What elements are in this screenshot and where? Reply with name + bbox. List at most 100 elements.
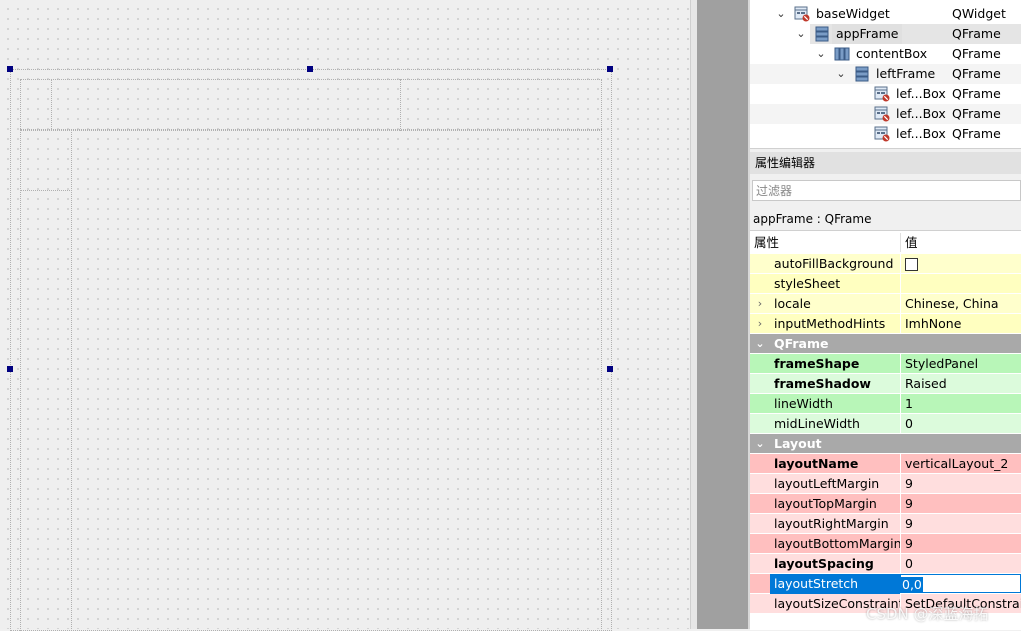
property-value[interactable]: 1 [900, 394, 1021, 413]
tree-item-contentbox[interactable]: ⌄ contentBox QFrame [750, 44, 1021, 64]
tree-item-class: QFrame [952, 46, 1001, 61]
expand-arrow-icon[interactable]: ⌄ [776, 4, 786, 24]
tree-item-lefbox[interactable]: lef...Box QFrame [750, 84, 1021, 104]
vertical-layout-icon [854, 66, 870, 82]
expand-arrow-icon[interactable]: › [755, 314, 765, 334]
tree-item-class: QFrame [952, 86, 1001, 101]
widget-icon [874, 106, 890, 122]
autofill-checkbox[interactable] [905, 258, 918, 271]
property-row-autofillbackground[interactable]: autoFillBackground [750, 254, 1021, 274]
widget-icon [874, 126, 890, 142]
top-inner-left-outline [20, 79, 52, 131]
property-value[interactable]: Chinese, China [900, 294, 1021, 313]
property-value[interactable] [900, 254, 1021, 273]
property-row-midlinewidth[interactable]: midLineWidth 0 [750, 414, 1021, 434]
header-property: 属性 [754, 235, 780, 250]
property-table-header: 属性 值 [750, 233, 1021, 253]
tree-item-name: lef...Box [896, 86, 946, 101]
property-value[interactable]: 9 [900, 494, 1021, 513]
property-row-layoutbottommargin[interactable]: layoutBottomMargin 9 [750, 534, 1021, 554]
property-value: 0,0 [901, 577, 923, 592]
property-row-layoutname[interactable]: layoutName verticalLayout_2 [750, 454, 1021, 474]
property-row-frameshape[interactable]: frameShape StyledPanel [750, 354, 1021, 374]
widget-icon [874, 86, 890, 102]
tree-item-name: leftFrame [876, 66, 936, 81]
property-row-frameshadow[interactable]: frameShadow Raised [750, 374, 1021, 394]
section-layout[interactable]: ⌄ Layout [750, 434, 1021, 454]
resize-handle-top-left[interactable] [7, 66, 13, 72]
tree-item-class: QWidget [952, 6, 1006, 21]
property-table[interactable]: 属性 值 autoFillBackground styleSheet › locale Ch… [750, 230, 1021, 630]
property-row-inputmethodhints[interactable]: › inputMethodHints ImhNone [750, 314, 1021, 334]
tree-item-lefbox[interactable]: lef...Box QFrame [750, 104, 1021, 124]
property-value[interactable]: ImhNone [900, 314, 1021, 333]
tree-item-name: lef...Box [896, 106, 946, 121]
content-box-outline [20, 129, 602, 631]
section-qframe[interactable]: ⌄ QFrame [750, 334, 1021, 354]
resize-handle-top-center[interactable] [307, 66, 313, 72]
property-name: inputMethodHints [774, 316, 886, 331]
horizontal-layout-icon [834, 46, 850, 62]
header-value: 值 [900, 233, 1021, 252]
left-item-outline [20, 129, 72, 191]
tree-item-appframe[interactable]: ⌄ appFrame QFrame [750, 24, 1021, 44]
dock-background [697, 0, 748, 629]
property-editor-title: 属性编辑器 [750, 152, 1021, 174]
property-name: styleSheet [774, 276, 841, 291]
property-value[interactable] [900, 274, 1021, 293]
property-name: frameShadow [774, 376, 871, 391]
property-value-editor[interactable]: 0,0 [900, 574, 1021, 593]
collapse-arrow-icon[interactable]: ⌄ [755, 334, 765, 354]
resize-handle-middle-right[interactable] [607, 366, 613, 372]
property-row-layoutstretch[interactable]: layoutStretch 0,0 [750, 574, 1021, 594]
property-filter-input[interactable] [752, 180, 1021, 201]
property-name: layoutBottomMargin [774, 536, 900, 551]
property-row-layoutleftmargin[interactable]: layoutLeftMargin 9 [750, 474, 1021, 494]
property-name: midLineWidth [774, 416, 860, 431]
tree-item-class: QFrame [952, 126, 1001, 141]
property-value[interactable]: 0 [900, 414, 1021, 433]
resize-handle-middle-left[interactable] [7, 366, 13, 372]
property-name: locale [774, 296, 811, 311]
property-row-layoutrightmargin[interactable]: layoutRightMargin 9 [750, 514, 1021, 534]
tree-item-leftframe[interactable]: ⌄ leftFrame QFrame [750, 64, 1021, 84]
property-value[interactable]: 9 [900, 534, 1021, 553]
widget-icon [794, 6, 810, 22]
vertical-layout-icon [814, 26, 830, 42]
property-row-stylesheet[interactable]: styleSheet [750, 274, 1021, 294]
expand-arrow-icon[interactable]: ⌄ [796, 24, 806, 44]
property-value[interactable]: verticalLayout_2 [900, 454, 1021, 473]
property-name: layoutRightMargin [774, 516, 889, 531]
tree-item-class: QFrame [952, 66, 1001, 81]
property-name: autoFillBackground [774, 256, 894, 271]
property-name: frameShape [774, 356, 860, 371]
property-value[interactable]: 9 [900, 514, 1021, 533]
tree-item-name: appFrame [832, 24, 903, 44]
form-canvas[interactable] [0, 0, 690, 631]
property-value[interactable]: 9 [900, 474, 1021, 493]
object-inspector-tree[interactable]: ⌄ baseWidget QWidget ⌄ appFrame QFrame ⌄ conten… [750, 0, 1021, 149]
expand-arrow-icon[interactable]: ⌄ [816, 44, 826, 64]
canvas-scroll-edge[interactable] [690, 0, 697, 629]
tree-item-name: contentBox [856, 46, 928, 61]
resize-handle-top-right[interactable] [607, 66, 613, 72]
property-value[interactable]: Raised [900, 374, 1021, 393]
property-value[interactable]: StyledPanel [900, 354, 1021, 373]
expand-arrow-icon[interactable]: › [755, 294, 765, 314]
expand-arrow-icon[interactable]: ⌄ [836, 64, 846, 84]
tree-item-name: baseWidget [816, 6, 890, 21]
tree-item-basewidget[interactable]: ⌄ baseWidget QWidget [750, 4, 1021, 24]
property-name: lineWidth [774, 396, 833, 411]
property-name: layoutName [774, 456, 859, 471]
tree-item-class: QFrame [952, 26, 1001, 41]
left-frame-outline [20, 129, 72, 631]
property-row-linewidth[interactable]: lineWidth 1 [750, 394, 1021, 414]
property-name: layoutSpacing [774, 556, 874, 571]
property-row-locale[interactable]: › locale Chinese, China [750, 294, 1021, 314]
tree-item-class: QFrame [952, 106, 1001, 121]
property-row-layouttopmargin[interactable]: layoutTopMargin 9 [750, 494, 1021, 514]
property-row-layoutspacing[interactable]: layoutSpacing 0 [750, 554, 1021, 574]
property-value[interactable]: 0 [900, 554, 1021, 573]
collapse-arrow-icon[interactable]: ⌄ [755, 434, 765, 454]
tree-item-lefbox[interactable]: lef...Box QFrame [750, 124, 1021, 144]
